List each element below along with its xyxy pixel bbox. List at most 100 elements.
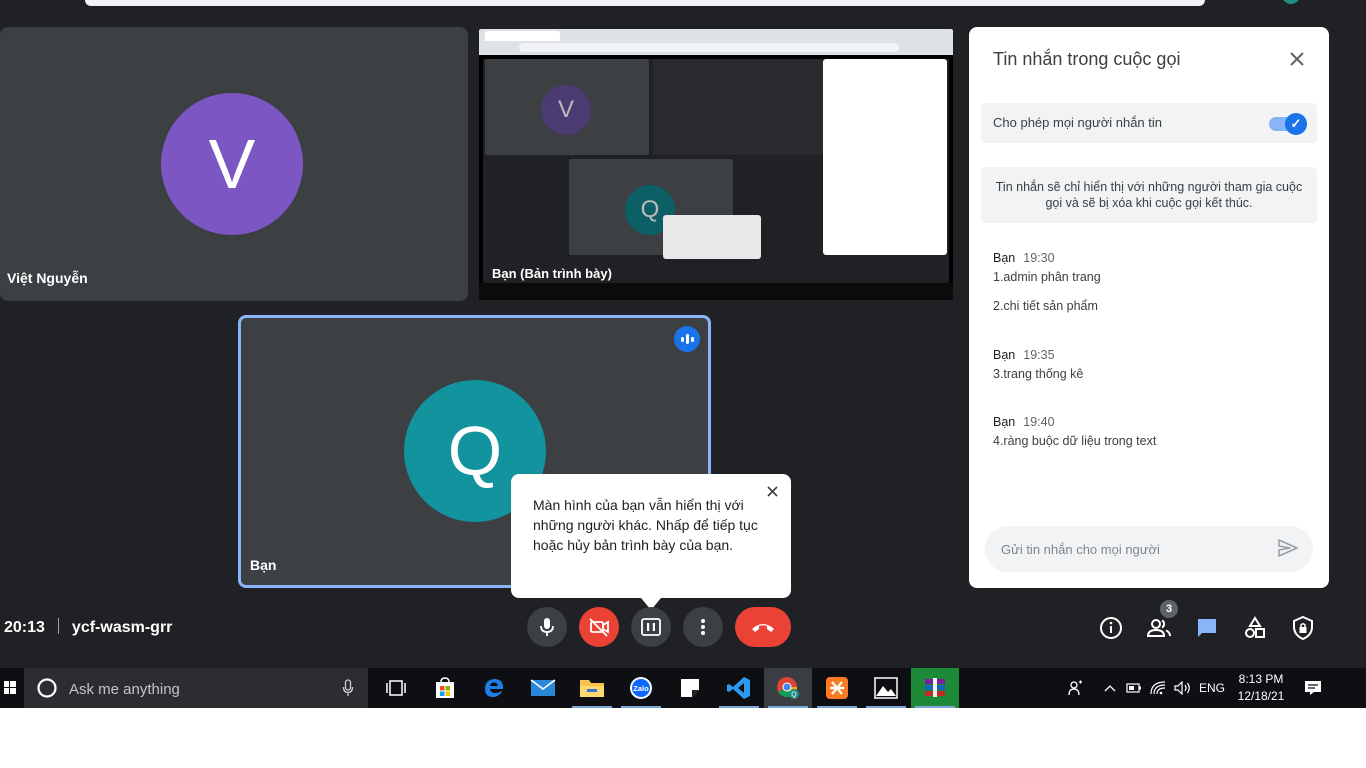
hang-up-icon: [752, 624, 774, 632]
message-input-box: [985, 526, 1313, 572]
task-view-button[interactable]: [372, 668, 420, 708]
windows-logo-icon: [4, 681, 16, 694]
presentation-tile[interactable]: V Q Bạn (Bản trình bày): [479, 29, 953, 300]
sticky-note-icon: [681, 679, 699, 697]
present-button[interactable]: [631, 607, 671, 647]
mail-app[interactable]: [519, 668, 567, 708]
shield-lock-icon: [1293, 616, 1313, 640]
msg-head: Bạn 19:30: [993, 251, 1313, 265]
start-button[interactable]: [0, 668, 20, 708]
participant-name: Bạn: [250, 557, 277, 573]
message-time: 19:30: [1023, 251, 1055, 265]
message-group: Bạn 19:40 4.ràng buộc dữ liệu trong text: [993, 415, 1313, 448]
edge-icon: [485, 679, 503, 697]
ul: [866, 706, 906, 708]
message-text: 2.chi tiết sản phẩm: [993, 299, 1098, 313]
sticky-notes-app[interactable]: [666, 668, 714, 708]
mail-icon: [530, 679, 556, 696]
chrome-app[interactable]: Q: [764, 668, 812, 708]
people-tray-button[interactable]: [1064, 668, 1088, 708]
sep: [57, 618, 59, 634]
store-app[interactable]: [421, 668, 469, 708]
host-controls-button[interactable]: [1289, 614, 1317, 642]
message-time: 19:40: [1023, 415, 1055, 429]
winrar-icon: [925, 678, 945, 697]
store-icon: [436, 677, 454, 698]
ul: [621, 706, 661, 708]
activities-button[interactable]: [1241, 614, 1269, 642]
info-icon: [1100, 617, 1122, 639]
chevron-up-icon: [1104, 685, 1116, 692]
participant-tile-viet[interactable]: V Việt Nguyễn: [0, 27, 468, 301]
shared-browser-tab: [485, 31, 560, 41]
message-input[interactable]: [999, 538, 1263, 560]
more-options-button[interactable]: [683, 607, 723, 647]
taskbar-search-input[interactable]: [67, 678, 331, 700]
participant-name: Việt Nguyễn: [7, 270, 88, 286]
message-sender: Bạn: [993, 415, 1016, 429]
activities-icon: [1245, 616, 1265, 638]
msg-head: Bạn 19:35: [993, 348, 1313, 362]
zalo-app[interactable]: Zalo: [617, 668, 665, 708]
shared-taskbar: [479, 283, 953, 300]
send-icon: [1278, 539, 1298, 557]
battery-button[interactable]: [1124, 668, 1144, 708]
meeting-code[interactable]: ycf-wasm-grr: [72, 619, 172, 636]
action-center-button[interactable]: [1300, 668, 1326, 708]
input-language[interactable]: ENG: [1196, 668, 1228, 708]
camera-button[interactable]: [579, 607, 619, 647]
allow-messages-toggle[interactable]: ✓: [1269, 113, 1307, 135]
vscode-app[interactable]: [715, 668, 763, 708]
message-time: 19:35: [1023, 348, 1055, 362]
chat-button[interactable]: [1193, 614, 1221, 642]
avatar-initial: Q: [447, 412, 503, 490]
people-button[interactable]: [1145, 614, 1173, 642]
mini-chat-panel: [823, 59, 947, 255]
camera-off-icon: [589, 618, 609, 637]
tooltip-close-button[interactable]: [763, 482, 781, 500]
show-hidden-icons-button[interactable]: [1100, 668, 1120, 708]
winrar-app[interactable]: [911, 668, 959, 708]
allow-messages-label: Cho phép mọi người nhắn tin: [993, 115, 1162, 130]
shared-browser-chrome: [479, 29, 953, 55]
browser-strip: [85, 0, 1205, 6]
xampp-app[interactable]: [813, 668, 861, 708]
file-explorer-app[interactable]: [568, 668, 616, 708]
volume-icon: [1174, 681, 1190, 695]
taskbar-clock[interactable]: 8:13 PM 12/18/21: [1230, 671, 1292, 705]
windows-taskbar: Zalo Q ENG 8:13 PM 12/18/21: [0, 668, 1366, 708]
volume-button[interactable]: [1172, 668, 1194, 708]
vscode-icon: [727, 677, 750, 699]
cortana-icon: [37, 678, 57, 698]
message-group: Bạn 19:35 3.trang thống kê: [993, 348, 1313, 381]
ul: [768, 706, 808, 708]
close-panel-button[interactable]: [1283, 45, 1311, 73]
mini-avatar: V: [541, 85, 591, 135]
task-view-icon: [386, 680, 406, 696]
mini-tooltip: [663, 215, 761, 259]
edge-app[interactable]: [470, 668, 518, 708]
network-button[interactable]: [1148, 668, 1168, 708]
battery-icon: [1126, 683, 1141, 693]
mini-tile: V: [485, 59, 649, 155]
check-icon: ✓: [1285, 113, 1307, 135]
ul: [572, 706, 612, 708]
ul: [719, 706, 759, 708]
photos-app[interactable]: [862, 668, 910, 708]
presentation-label: Bạn (Bản trình bày): [492, 266, 612, 281]
msg-head: Bạn 19:40: [993, 415, 1313, 429]
meet-window: V Việt Nguyễn V Q Bạn (Bản trình bày) Q …: [0, 0, 1366, 668]
meeting-info: 20:13 ycf-wasm-grr: [4, 618, 172, 637]
leave-call-button[interactable]: [735, 607, 791, 647]
meeting-details-button[interactable]: [1097, 614, 1125, 642]
people-count-badge: 3: [1160, 600, 1178, 618]
microphone-button[interactable]: [527, 607, 567, 647]
shared-address-bar: [519, 43, 899, 52]
meeting-time: 20:13: [4, 619, 45, 636]
shared-screen-content: V Q: [483, 59, 949, 299]
chrome-icon: Q: [777, 677, 799, 699]
clock-date: 12/18/21: [1237, 689, 1285, 703]
send-button[interactable]: [1277, 538, 1301, 560]
ul: [915, 706, 955, 708]
people-icon: [1068, 680, 1082, 696]
